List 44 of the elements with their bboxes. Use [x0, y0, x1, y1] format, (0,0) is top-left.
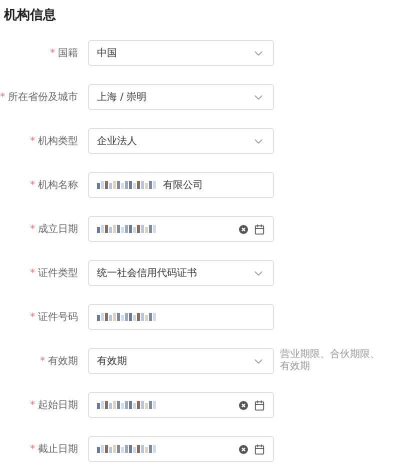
required-asterisk: *: [50, 48, 55, 58]
field-label: 所在省份及城市: [8, 90, 78, 104]
clear-icon[interactable]: [239, 444, 248, 454]
field-label: 机构类型: [38, 134, 78, 148]
field-label: 机构名称: [38, 178, 78, 192]
required-asterisk: *: [30, 180, 35, 190]
required-asterisk: *: [40, 356, 45, 366]
date-field[interactable]: [88, 436, 274, 462]
field-label: 成立日期: [38, 222, 78, 236]
select-field[interactable]: 有效期: [88, 348, 274, 374]
field-label: 有效期: [48, 354, 78, 368]
date-field[interactable]: [88, 392, 274, 418]
clear-icon[interactable]: [239, 400, 248, 410]
field-value: 统一社会信用代码证书: [97, 266, 197, 280]
date-field[interactable]: [88, 216, 274, 242]
field-label: 起始日期: [38, 398, 78, 412]
field-value: 有效期: [97, 354, 127, 368]
input-field[interactable]: 有限公司: [88, 172, 274, 198]
field-value: 企业法人: [97, 134, 137, 148]
select-field[interactable]: 统一社会信用代码证书: [88, 260, 274, 286]
required-asterisk: *: [30, 268, 35, 278]
field-hint: 营业期限、合伙期限、有效期: [280, 349, 381, 373]
calendar-icon[interactable]: [254, 224, 265, 234]
calendar-icon[interactable]: [254, 444, 265, 454]
field-value: 中国: [97, 46, 117, 60]
required-asterisk: *: [30, 136, 35, 146]
required-asterisk: *: [30, 400, 35, 410]
select-field[interactable]: 上海 / 崇明: [88, 84, 274, 110]
field-label: 证件类型: [38, 266, 78, 280]
required-asterisk: *: [30, 312, 35, 322]
required-asterisk: *: [30, 444, 35, 454]
required-asterisk: *: [30, 224, 35, 234]
field-value: 上海 / 崇明: [97, 90, 147, 104]
select-field[interactable]: 中国: [88, 40, 274, 66]
required-asterisk: *: [0, 92, 5, 102]
field-label: 截止日期: [38, 442, 78, 456]
section-title: 机构信息: [2, 7, 57, 25]
input-field[interactable]: [88, 304, 274, 330]
clear-icon[interactable]: [239, 224, 248, 234]
field-value: 有限公司: [163, 179, 203, 192]
field-label: 证件号码: [38, 311, 78, 324]
field-label: 国籍: [58, 47, 78, 60]
calendar-icon[interactable]: [254, 400, 265, 410]
select-field[interactable]: 企业法人: [88, 128, 274, 154]
